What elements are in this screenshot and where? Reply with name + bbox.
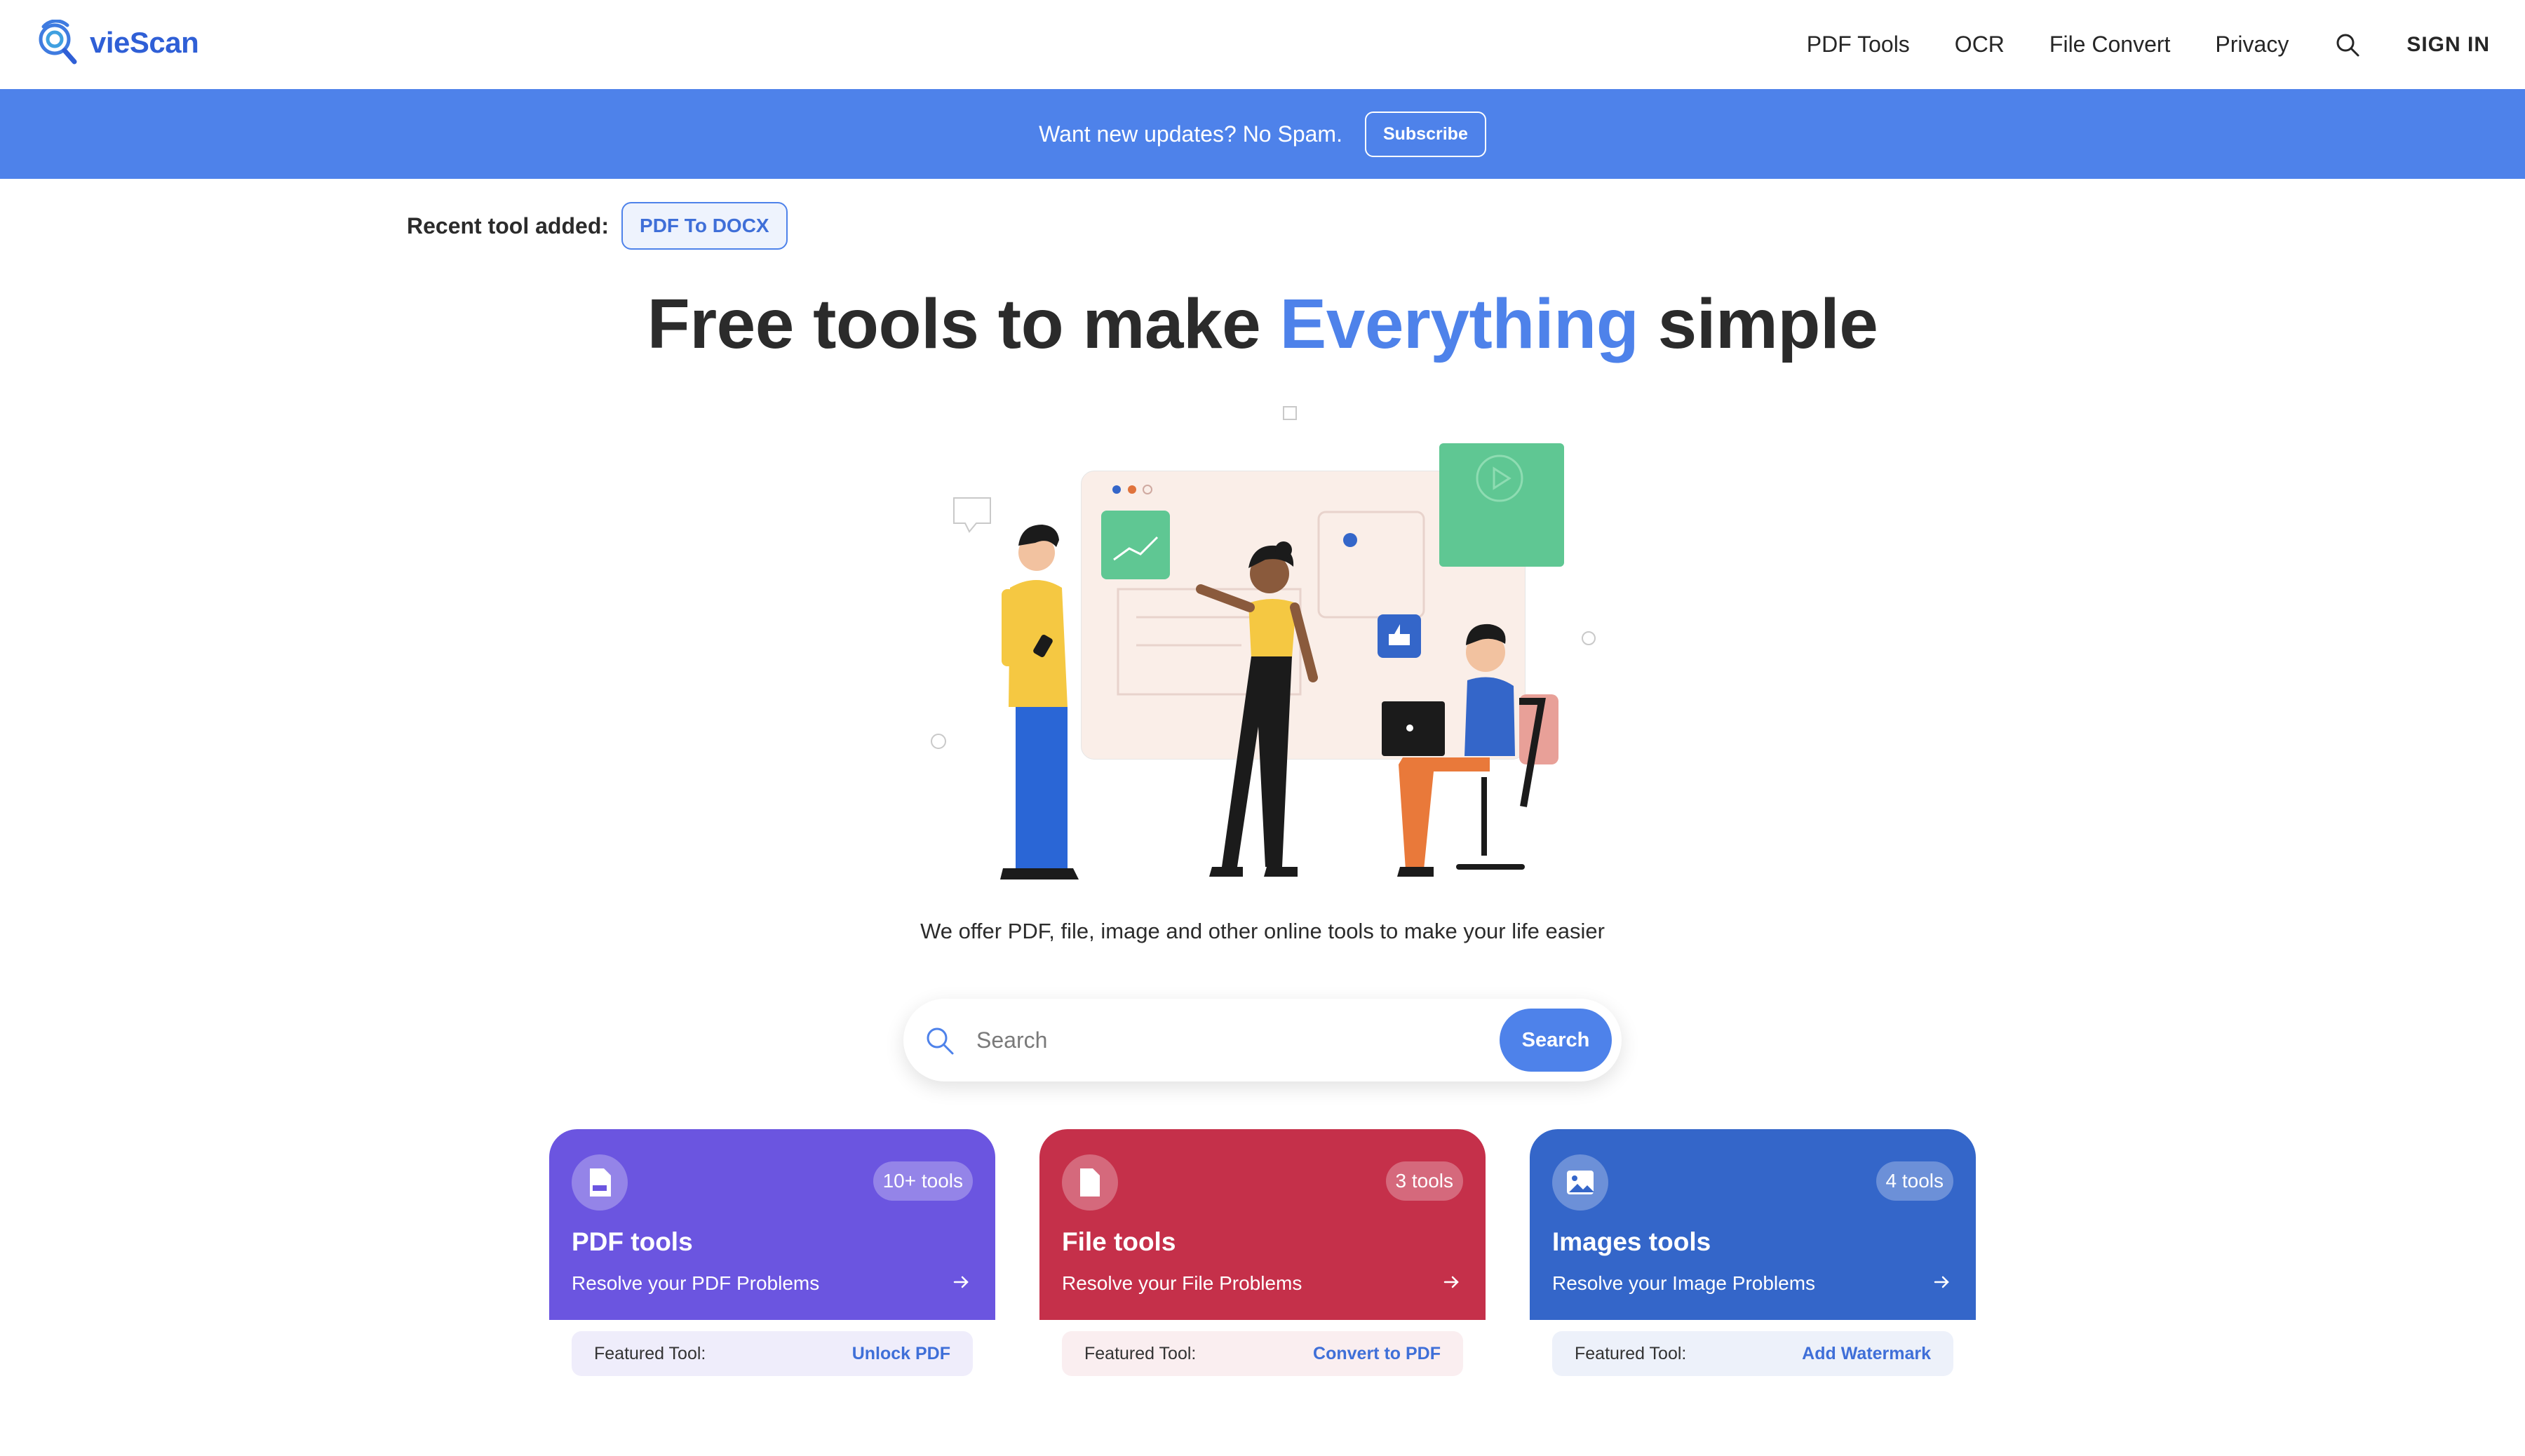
title-part-1: Free tools to make <box>647 285 1280 363</box>
video-card <box>1439 443 1564 567</box>
decor-circle-icon <box>1582 631 1596 645</box>
recent-tool-badge[interactable]: PDF To DOCX <box>621 202 788 250</box>
arrow-right-icon <box>1443 1276 1459 1288</box>
sign-in-link[interactable]: SIGN IN <box>2406 33 2490 57</box>
image-icon <box>1552 1154 1608 1211</box>
person-standing-phone <box>1000 525 1079 879</box>
card-title: PDF tools <box>572 1227 693 1256</box>
top-navbar: vieScan PDF Tools OCR File Convert Priva… <box>0 0 2525 89</box>
recent-tool: Recent tool added: PDF To DOCX <box>407 202 788 250</box>
arrow-right-icon <box>953 1276 969 1288</box>
tool-search-bar: Search <box>903 999 1622 1081</box>
laptop-icon <box>1382 701 1445 756</box>
file-tools-card[interactable]: 3 tools File tools Resolve your File Pro… <box>1039 1129 1486 1320</box>
banner-text: Want new updates? No Spam. <box>1039 121 1342 147</box>
decor-circle-icon <box>931 734 946 749</box>
search-icon <box>927 1027 954 1055</box>
card-subtitle: Resolve your Image Problems <box>1552 1272 1816 1294</box>
nav-link-privacy[interactable]: Privacy <box>2215 32 2289 58</box>
title-part-2: simple <box>1638 285 1878 363</box>
brand-logo[interactable]: vieScan <box>35 20 199 66</box>
search-icon[interactable] <box>2334 31 2362 59</box>
search-input[interactable] <box>976 1020 1467 1060</box>
arrow-right-icon <box>1934 1276 1949 1288</box>
pdf-file-icon <box>572 1154 628 1211</box>
featured-tool-image: Featured Tool: Add Watermark <box>1552 1331 1953 1376</box>
card-title: File tools <box>1062 1227 1176 1256</box>
nav-link-file-convert[interactable]: File Convert <box>2049 32 2171 58</box>
nav-link-ocr[interactable]: OCR <box>1955 32 2005 58</box>
page-title: Free tools to make Everything simple <box>0 284 2525 365</box>
card-title: Images tools <box>1552 1227 1711 1256</box>
nav-links: PDF Tools OCR File Convert Privacy SIGN … <box>1762 0 2490 89</box>
featured-label: Featured Tool: <box>1084 1343 1197 1363</box>
tool-count-badge: 3 tools <box>1385 1161 1463 1201</box>
decor-square-icon <box>1283 406 1297 420</box>
chat-bubble-icon <box>953 497 991 533</box>
featured-tool-pdf: Featured Tool: Unlock PDF <box>572 1331 973 1376</box>
search-button[interactable]: Search <box>1500 1009 1612 1072</box>
featured-tool-file: Featured Tool: Convert to PDF <box>1062 1331 1463 1376</box>
card-subtitle: Resolve your File Problems <box>1062 1272 1302 1294</box>
chart-card <box>1101 511 1170 579</box>
card-subtitle: Resolve your PDF Problems <box>572 1272 820 1294</box>
brand-name: vieScan <box>90 26 199 59</box>
featured-tool-link[interactable]: Convert to PDF <box>1313 1344 1441 1364</box>
hero-illustration <box>931 406 1596 879</box>
featured-label: Featured Tool: <box>594 1343 706 1363</box>
subscribe-button[interactable]: Subscribe <box>1364 111 1486 157</box>
recent-tool-label: Recent tool added: <box>407 213 610 238</box>
featured-tool-link[interactable]: Add Watermark <box>1802 1344 1931 1364</box>
image-tools-card[interactable]: 4 tools Images tools Resolve your Image … <box>1530 1129 1976 1320</box>
featured-label: Featured Tool: <box>1575 1343 1687 1363</box>
tool-count-badge: 4 tools <box>1876 1161 1953 1201</box>
title-accent: Everything <box>1279 285 1639 363</box>
tool-count-badge: 10+ tools <box>873 1161 973 1201</box>
pdf-tools-card[interactable]: 10+ tools PDF tools Resolve your PDF Pro… <box>549 1129 995 1320</box>
file-icon <box>1062 1154 1118 1211</box>
nav-link-pdf-tools[interactable]: PDF Tools <box>1807 32 1910 58</box>
subscribe-banner: Want new updates? No Spam. Subscribe <box>0 89 2525 179</box>
vie-scan-logo-icon <box>39 20 77 65</box>
featured-tool-link[interactable]: Unlock PDF <box>852 1344 950 1364</box>
hero-tagline: We offer PDF, file, image and other onli… <box>920 919 1605 943</box>
